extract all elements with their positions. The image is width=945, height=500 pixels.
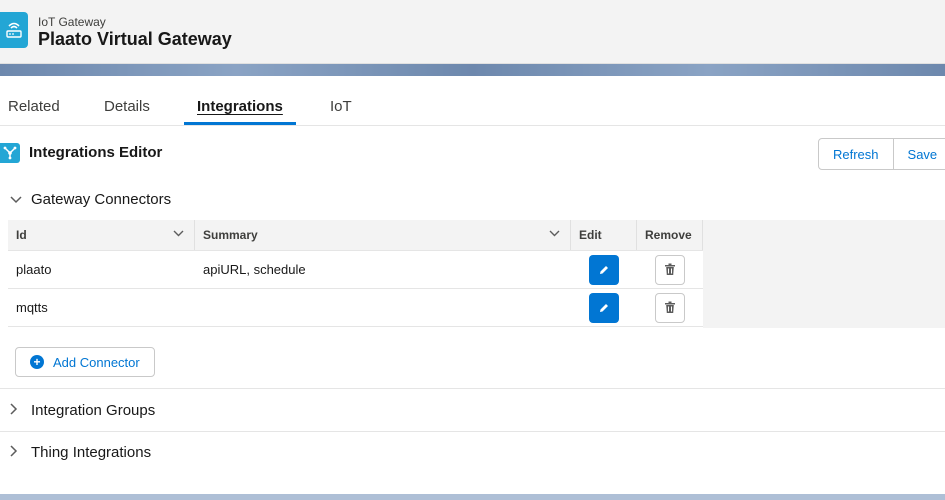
pencil-icon (600, 303, 608, 312)
integrations-icon (0, 143, 20, 163)
row-id: plaato (16, 262, 52, 277)
table-row: plaato apiURL, schedule (8, 251, 703, 289)
section-title: Integration Groups (31, 402, 156, 419)
row-id: mqtts (16, 300, 48, 315)
editor-title: Integrations Editor (29, 144, 163, 161)
router-icon (0, 12, 28, 48)
section-divider (0, 431, 945, 432)
active-tab-indicator (184, 122, 296, 125)
chevron-down-icon (10, 192, 26, 207)
trash-icon (665, 301, 675, 313)
column-header-id[interactable]: Id (8, 220, 195, 250)
record-type-label: IoT Gateway (38, 15, 106, 29)
integration-groups-toggle[interactable]: Integration Groups (10, 402, 155, 419)
add-circle-icon: + (30, 355, 44, 369)
tab-details[interactable]: Details (104, 98, 150, 115)
decorative-band (0, 64, 945, 76)
gateway-connectors-toggle[interactable]: Gateway Connectors (10, 191, 171, 208)
edit-button[interactable] (589, 254, 619, 285)
record-header: IoT Gateway Plaato Virtual Gateway (0, 0, 945, 64)
trash-icon (665, 263, 675, 275)
table-row: mqtts (8, 289, 703, 327)
connectors-table: Id Summary Edit Remove plaato apiURL, sc… (8, 220, 703, 327)
chevron-right-icon (10, 445, 26, 460)
record-tabs: Related Details Integrations IoT (0, 76, 945, 126)
tab-integrations[interactable]: Integrations (197, 98, 283, 115)
row-summary: apiURL, schedule (203, 262, 306, 277)
add-connector-button[interactable]: + Add Connector (15, 347, 155, 377)
column-header-remove: Remove (637, 220, 703, 250)
remove-button[interactable] (655, 292, 685, 323)
section-title: Gateway Connectors (31, 191, 172, 208)
chevron-down-icon[interactable] (549, 228, 560, 240)
edit-button[interactable] (589, 292, 619, 323)
record-title: Plaato Virtual Gateway (38, 29, 232, 49)
pencil-icon (600, 265, 608, 274)
column-header-summary[interactable]: Summary (195, 220, 571, 250)
tab-iot[interactable]: IoT (330, 98, 352, 115)
save-button[interactable]: Save (893, 138, 945, 170)
column-header-edit: Edit (571, 220, 637, 250)
tab-related[interactable]: Related (8, 98, 60, 115)
editor-actions: Refresh Save (818, 138, 945, 170)
decorative-footer-band (0, 494, 945, 500)
section-title: Thing Integrations (31, 444, 152, 461)
refresh-button[interactable]: Refresh (818, 138, 894, 170)
row-summary (195, 289, 571, 326)
decorative-background (703, 220, 945, 328)
remove-button[interactable] (655, 254, 685, 285)
thing-integrations-toggle[interactable]: Thing Integrations (10, 444, 151, 461)
table-header: Id Summary Edit Remove (8, 220, 703, 251)
chevron-down-icon[interactable] (173, 228, 184, 240)
chevron-right-icon (10, 403, 26, 418)
section-divider (0, 388, 945, 389)
